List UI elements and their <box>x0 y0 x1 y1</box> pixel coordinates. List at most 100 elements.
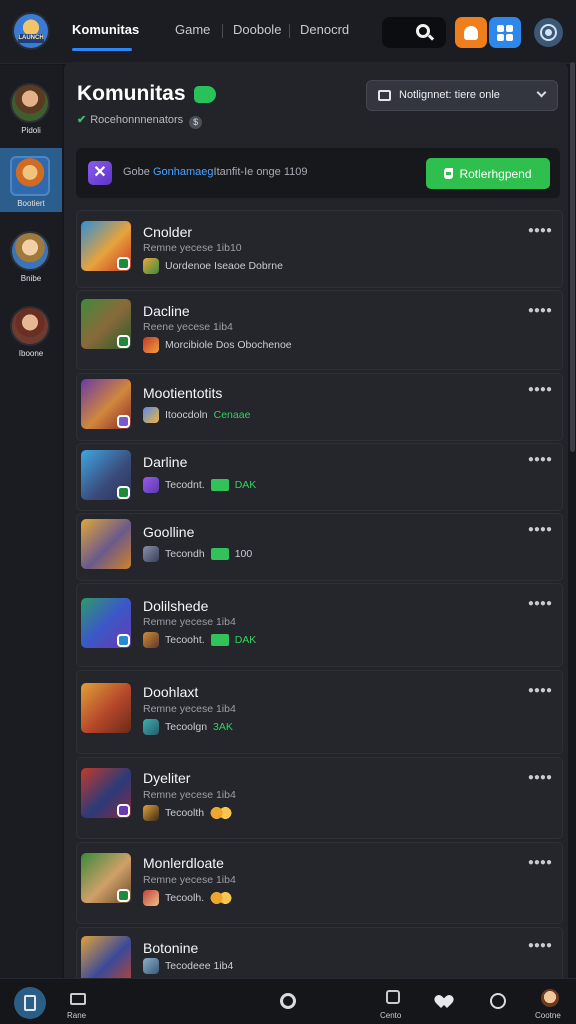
invite-icon: ✕ <box>88 161 112 185</box>
tab-denocrd[interactable]: Denocrd <box>300 22 349 37</box>
more-icon[interactable]: ●●●● <box>528 685 552 696</box>
info-icon[interactable]: $ <box>189 116 203 129</box>
status-badge: Cenaae <box>213 409 251 421</box>
app-avatar[interactable]: LAUNCH <box>12 12 50 50</box>
profile-button[interactable] <box>534 18 563 47</box>
list-item[interactable]: Mootientotits Itoocdoln Cenaae ●●●● <box>76 373 563 441</box>
list-item[interactable]: Darline Tecodnt. DAK ●●●● <box>76 443 563 511</box>
rail-item-label: Bnibe <box>20 274 42 283</box>
rail-item-bootiert[interactable]: Bootiert <box>0 148 62 212</box>
list-item[interactable]: Monlerdloate Remne yecese 1ib4 Tecoolh. … <box>76 842 563 924</box>
phone-icon <box>24 995 36 1011</box>
scrollbar[interactable] <box>570 62 575 452</box>
game-thumbnail <box>81 221 131 271</box>
list-item-name: Dyeliter <box>143 770 191 786</box>
avatar <box>10 231 50 271</box>
compass-icon <box>490 993 506 1009</box>
tab-game[interactable]: Game <box>175 22 210 37</box>
game-icon <box>143 890 159 906</box>
coin-icon <box>210 891 233 905</box>
status-badge: DAK <box>234 479 257 491</box>
filter-select[interactable]: Notlignnet: tiere onle <box>366 80 558 111</box>
rail-item-iboone[interactable]: Iboone <box>0 298 62 362</box>
more-icon[interactable]: ●●●● <box>528 524 552 535</box>
notification-button[interactable] <box>455 17 487 48</box>
game-icon <box>143 632 159 648</box>
list-item[interactable]: Cnolder Remne yecese 1ib10 Uordenoe Isea… <box>76 210 563 288</box>
nav-item-cootne[interactable]: Cootne <box>532 979 568 1024</box>
list-item[interactable]: Doohlaxt Remne yecese 1ib4 Tecoolgn 3AK ●… <box>76 670 563 754</box>
list-item-sub: Tecondh 100 <box>143 546 252 562</box>
list-item[interactable]: Dolilshede Remne yecese 1ib4 Tecooht. DAK… <box>76 583 563 667</box>
nav-item-cento[interactable]: Cento <box>378 979 410 1024</box>
game-thumbnail <box>81 299 131 349</box>
banner-highlight[interactable]: Gonhamaeg <box>153 166 214 178</box>
nav-item-favorites[interactable] <box>434 979 458 1024</box>
list-item[interactable]: Dacline Reene yecese 1ib4 Morcibiole Dos… <box>76 290 563 370</box>
more-icon[interactable]: ●●●● <box>528 772 552 783</box>
page-subtitle: ✔ Rocehonnnenators $ <box>77 113 203 129</box>
banner-text: Gobe GonhamaegItanfit-Ie onge 1109 <box>123 166 308 178</box>
nav-item-explore[interactable] <box>486 979 510 1024</box>
more-icon[interactable]: ●●●● <box>528 940 552 951</box>
avatar <box>10 83 50 123</box>
avatar <box>10 156 50 196</box>
more-icon[interactable]: ●●●● <box>528 225 552 236</box>
list-item-sub: Tecodnt. DAK <box>143 477 256 493</box>
game-thumbnail <box>81 519 131 569</box>
apps-button[interactable] <box>489 17 521 48</box>
profile-icon <box>542 26 555 39</box>
status-icon <box>117 804 130 817</box>
more-icon[interactable]: ●●●● <box>528 598 552 609</box>
coin-icon <box>210 806 233 820</box>
tab-doobole[interactable]: Doobole <box>233 22 281 37</box>
game-icon <box>143 805 159 821</box>
game-icon <box>143 958 159 974</box>
game-thumbnail <box>81 683 131 733</box>
rail-item-pidoli[interactable]: Pidoli <box>0 75 62 139</box>
more-icon[interactable]: ●●●● <box>528 305 552 316</box>
cash-icon <box>210 479 229 491</box>
nav-item-rane[interactable]: Rane <box>64 979 96 1024</box>
tab-divider <box>289 24 290 38</box>
nav-item-label: Cootne <box>535 1011 561 1020</box>
more-icon[interactable]: ●●●● <box>528 384 552 395</box>
invite-banner: ✕ Gobe GonhamaegItanfit-Ie onge 1109 Rot… <box>76 148 560 198</box>
banner-action-button[interactable]: Rotlerhgpend <box>426 158 550 189</box>
tab-komunitas[interactable]: Komunitas <box>72 22 139 37</box>
list-item[interactable]: Goolline Tecondh 100 ●●●● <box>76 513 563 581</box>
cash-icon <box>210 548 229 560</box>
status-icon <box>117 335 130 348</box>
list-item-meta: Remne yecese 1ib4 <box>143 789 236 801</box>
list-item[interactable]: Dyeliter Remne yecese 1ib4 Tecoolth ●●●● <box>76 757 563 839</box>
list-item-name: Dolilshede <box>143 598 209 614</box>
game-icon <box>143 477 159 493</box>
status-badge: DAK <box>234 634 257 646</box>
nav-item-label: Cento <box>380 1011 402 1020</box>
list-item-sub: Tecoolh. <box>143 890 233 906</box>
rail-item-bnibe[interactable]: Bnibe <box>0 223 62 287</box>
list-item-meta: Remne yecese 1ib4 <box>143 874 236 886</box>
profile-icon <box>541 989 559 1007</box>
list-item-name: Doohlaxt <box>143 684 199 700</box>
nav-item-record[interactable] <box>276 979 300 1024</box>
list-item-name: Monlerdloate <box>143 855 224 871</box>
game-thumbnail <box>81 450 131 500</box>
search-icon <box>416 24 430 38</box>
list-item-name: Cnolder <box>143 224 193 240</box>
game-icon <box>143 258 159 274</box>
rail-item-label: Iboone <box>18 349 44 358</box>
record-icon <box>280 993 296 1009</box>
more-icon[interactable]: ●●●● <box>528 857 552 868</box>
more-icon[interactable]: ●●●● <box>528 454 552 465</box>
tab-divider <box>222 24 223 38</box>
list-item-name: Mootientotits <box>143 385 223 401</box>
nav-home-button[interactable] <box>14 987 46 1019</box>
page-title: Komunitas <box>77 82 186 105</box>
game-icon <box>143 337 159 353</box>
search-button[interactable] <box>382 17 446 48</box>
game-thumbnail <box>81 768 131 818</box>
status-icon <box>117 257 130 270</box>
status-badge: 100 <box>234 548 253 560</box>
nav-item-label: Rane <box>67 1011 87 1020</box>
